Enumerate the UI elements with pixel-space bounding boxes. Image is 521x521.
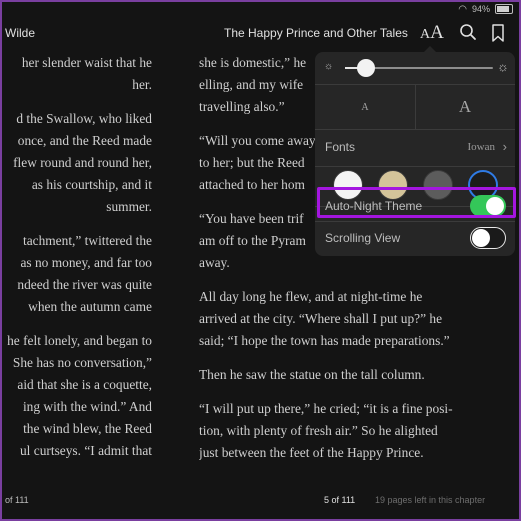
fonts-label: Fonts xyxy=(325,140,356,154)
text-line: All day long he flew, and at night-time … xyxy=(199,289,423,304)
appearance-popover: ☼ ☼ A A Fonts Iowan › Auto-Night Theme S… xyxy=(315,52,515,256)
text-line: “I will put up there,” he cried; “it is … xyxy=(199,401,453,416)
bookmark-icon[interactable] xyxy=(490,24,506,42)
text-line: flew round and round her, xyxy=(13,155,152,170)
fonts-row[interactable]: Fonts Iowan › xyxy=(315,130,515,166)
paragraph: he felt lonely, and began to She has no c… xyxy=(2,330,152,462)
scrolling-view-label: Scrolling View xyxy=(325,231,401,245)
text-line: when the autumn came xyxy=(28,299,152,314)
brightness-slider-thumb[interactable] xyxy=(356,59,375,77)
text-line: tachment,” twittered the xyxy=(22,233,152,248)
text-line: aid that she is a coquette, xyxy=(17,377,152,392)
text-line: ing with the wind.” And xyxy=(22,399,152,414)
book-author: Wilde xyxy=(5,26,36,40)
toggle-knob xyxy=(472,229,490,247)
battery-icon xyxy=(495,4,513,14)
text-line: her slender waist that he xyxy=(21,55,152,70)
brightness-row: ☼ ☼ xyxy=(315,52,515,84)
highlight-box xyxy=(317,187,516,218)
text-line: once, and the Reed made xyxy=(17,133,152,148)
reader-toolbar: Wilde The Happy Prince and Other Tales A… xyxy=(2,18,519,50)
text-line: ul curtseys. “I admit that xyxy=(19,443,152,458)
paragraph: d the Swallow, who liked once, and the Re… xyxy=(2,108,152,218)
increase-text-size-button[interactable]: A xyxy=(415,85,515,129)
paragraph: her slender waist that he her. xyxy=(2,52,152,96)
chevron-right-icon: › xyxy=(502,139,507,154)
text-line: just between the feet of the Happy Princ… xyxy=(199,445,424,460)
brightness-slider[interactable] xyxy=(345,59,493,77)
paragraph: All day long he flew, and at night-time … xyxy=(199,286,479,352)
text-line: he felt lonely, and began to xyxy=(7,333,152,348)
fonts-value: Iowan xyxy=(467,141,496,153)
text-line: as his courtship, and it xyxy=(31,177,152,192)
text-line: as no money, and far too xyxy=(20,255,152,270)
paragraph: Then he saw the statue on the tall colum… xyxy=(199,364,479,386)
brightness-low-icon: ☼ xyxy=(324,61,334,72)
text-line: the wind blew, the Reed xyxy=(23,421,152,436)
decrease-text-size-button[interactable]: A xyxy=(315,85,415,129)
text-line: arrived at the city. “Where shall I put … xyxy=(199,311,443,326)
book-title: The Happy Prince and Other Tales xyxy=(224,26,408,40)
left-page-text: her slender waist that he her. d the Swall… xyxy=(2,52,152,474)
text-appearance-button[interactable]: AA xyxy=(420,22,444,44)
status-bar: ◠ 94% xyxy=(458,2,513,16)
text-line: d the Swallow, who liked xyxy=(16,111,152,126)
text-line: tion, with plenty of fresh air.” So he a… xyxy=(199,423,438,438)
pages-left-label: 19 pages left in this chapter xyxy=(375,495,486,505)
text-line: She has no conversation,” xyxy=(12,355,152,370)
text-line: ndeed the river was quite xyxy=(17,277,152,292)
text-line: summer. xyxy=(106,199,152,214)
paragraph: tachment,” twittered the as no money, and… xyxy=(2,230,152,318)
brightness-high-icon: ☼ xyxy=(497,59,509,74)
text-line: said; “I hope the town has made preparat… xyxy=(199,333,450,348)
scrolling-view-row: Scrolling View xyxy=(315,223,515,253)
right-page-number: 5 of 111 xyxy=(324,495,356,505)
wifi-icon: ◠ xyxy=(458,3,467,15)
left-page-number: of 111 xyxy=(5,495,29,505)
divider xyxy=(315,221,515,222)
text-line: her. xyxy=(132,77,152,92)
search-icon[interactable] xyxy=(459,23,477,41)
text-line: Then he saw the statue on the tall colum… xyxy=(199,367,425,382)
scrolling-view-toggle[interactable] xyxy=(470,227,506,249)
paragraph: “I will put up there,” he cried; “it is … xyxy=(199,398,479,464)
battery-percentage: 94% xyxy=(471,4,490,14)
